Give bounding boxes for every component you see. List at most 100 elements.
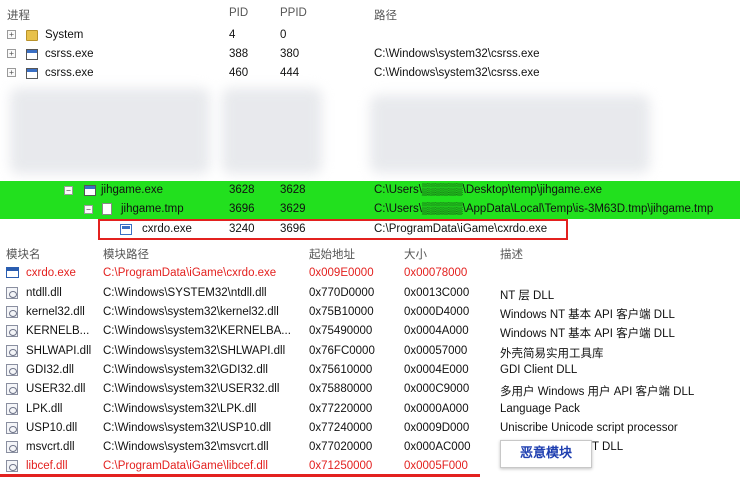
process-pid: 3628 [229,184,255,196]
dll-icon [6,441,18,453]
malicious-module-label: 恶意模块 [500,440,592,468]
module-size: 0x0004E000 [404,364,469,376]
module-name: cxrdo.exe [26,267,76,279]
module-name: USER32.dll [26,383,86,395]
process-row-system[interactable]: + System 4 0 [0,26,740,45]
column-header-ppid[interactable]: PPID [280,7,307,19]
dll-icon [6,364,18,376]
module-row[interactable]: ntdll.dll C:\Windows\SYSTEM32\ntdll.dll … [0,284,740,304]
expand-icon[interactable]: + [7,30,16,39]
process-pid: 460 [229,67,249,79]
module-base: 0x770D0000 [309,287,375,299]
module-row-cxrdo-exe[interactable]: cxrdo.exe C:\ProgramData\iGame\cxrdo.exe… [0,264,740,284]
blurred-region [370,95,650,173]
module-name: LPK.dll [26,403,63,415]
column-header-process[interactable]: 进程 [7,7,30,23]
dll-icon [6,460,18,472]
process-row-jihgame-exe[interactable]: − jihgame.exe 3628 3628 C:\Users\▒▒▒▒▒\D… [0,181,740,200]
dll-icon [6,383,18,395]
dll-icon [6,403,18,415]
module-name: GDI32.dll [26,364,74,376]
column-header-path[interactable]: 路径 [374,7,397,23]
column-header-module-path[interactable]: 模块路径 [103,246,149,262]
module-row[interactable]: LPK.dll C:\Windows\system32\LPK.dll 0x77… [0,400,740,420]
module-size: 0x0009D000 [404,422,470,434]
process-pid: 3696 [229,203,255,215]
module-list-panel: 模块名 模块路径 起始地址 大小 描述 cxrdo.exe C:\Program… [0,241,740,477]
process-name: System [45,29,84,41]
collapse-icon[interactable]: − [84,205,93,214]
process-row-jihgame-tmp[interactable]: − jihgame.tmp 3696 3629 C:\Users\▒▒▒▒▒\A… [0,200,740,219]
module-base: 0x76FC0000 [309,345,375,357]
module-row[interactable]: msvcrt.dll C:\Windows\system32\msvcrt.dl… [0,438,740,458]
column-header-base-address[interactable]: 起始地址 [309,246,355,262]
module-base: 0x75610000 [309,364,373,376]
module-path: C:\Windows\system32\USP10.dll [103,422,272,434]
expand-icon[interactable]: + [7,49,16,58]
blurred-region [10,88,210,174]
module-size: 0x0013C000 [404,287,470,299]
process-name: jihgame.exe [101,184,164,196]
column-header-description[interactable]: 描述 [500,246,523,262]
module-path: C:\Windows\system32\SHLWAPI.dll [103,345,286,357]
module-description: 多用户 Windows 用户 API 客户端 DLL [500,386,695,398]
module-description: Windows NT 基本 API 客户端 DLL [500,309,675,321]
module-row[interactable]: SHLWAPI.dll C:\Windows\system32\SHLWAPI.… [0,342,740,362]
exe-icon [26,49,38,60]
collapse-icon[interactable]: − [64,186,73,195]
process-ppid: 0 [280,29,287,41]
module-name: ntdll.dll [26,287,62,299]
module-path: C:\Windows\SYSTEM32\ntdll.dll [103,287,267,299]
module-base: 0x75B10000 [309,306,374,318]
module-description: NT 层 DLL [500,290,555,302]
module-path: C:\Windows\system32\GDI32.dll [103,364,268,376]
module-row[interactable]: GDI32.dll C:\Windows\system32\GDI32.dll … [0,361,740,381]
module-row[interactable]: kernel32.dll C:\Windows\system32\kernel3… [0,303,740,323]
module-size: 0x0000A000 [404,403,469,415]
process-name: cxrdo.exe [142,223,192,235]
dll-icon [6,306,18,318]
module-size: 0x00078000 [404,267,468,279]
module-path: C:\Windows\system32\USER32.dll [103,383,280,395]
module-base: 0x75880000 [309,383,373,395]
module-size: 0x000C9000 [404,383,470,395]
module-size: 0x000D4000 [404,306,470,318]
module-name: libcef.dll [26,460,68,472]
module-path: C:\ProgramData\iGame\cxrdo.exe [103,267,277,279]
module-base: 0x71250000 [309,460,373,472]
exe-icon [84,185,96,196]
document-icon [102,203,112,215]
module-name: msvcrt.dll [26,441,75,453]
process-path: C:\Windows\system32\csrss.exe [374,48,540,60]
module-path: C:\Windows\system32\kernel32.dll [103,306,279,318]
process-row-csrss-460[interactable]: + csrss.exe 460 444 C:\Windows\system32\… [0,64,740,83]
process-pid: 4 [229,29,236,41]
module-base: 0x77020000 [309,441,373,453]
dll-icon [6,345,18,357]
module-row[interactable]: USP10.dll C:\Windows\system32\USP10.dll … [0,419,740,439]
module-row[interactable]: KERNELB... C:\Windows\system32\KERNELBA.… [0,322,740,342]
module-path: C:\Windows\system32\KERNELBA... [103,325,291,337]
process-name: csrss.exe [45,67,94,79]
module-base: 0x77240000 [309,422,373,434]
module-path: C:\Windows\system32\msvcrt.dll [103,441,269,453]
column-header-pid[interactable]: PID [229,7,248,19]
module-size: 0x000AC000 [404,441,471,453]
module-description: Windows NT 基本 API 客户端 DLL [500,328,675,340]
column-header-module-name[interactable]: 模块名 [6,246,41,262]
blurred-region [222,88,322,174]
column-header-size[interactable]: 大小 [404,246,427,262]
process-pid: 388 [229,48,249,60]
dll-icon [6,325,18,337]
process-row-cxrdo-exe[interactable]: cxrdo.exe 3240 3696 C:\ProgramData\iGame… [98,219,568,240]
process-ppid: 3628 [280,184,306,196]
module-row[interactable]: USER32.dll C:\Windows\system32\USER32.dl… [0,380,740,400]
process-name: jihgame.tmp [121,203,184,215]
dll-icon [6,287,18,299]
module-name: SHLWAPI.dll [26,345,92,357]
module-name: USP10.dll [26,422,78,434]
module-size: 0x00057000 [404,345,468,357]
expand-icon[interactable]: + [7,68,16,77]
process-ppid: 444 [280,67,300,79]
process-row-csrss-388[interactable]: + csrss.exe 388 380 C:\Windows\system32\… [0,45,740,64]
